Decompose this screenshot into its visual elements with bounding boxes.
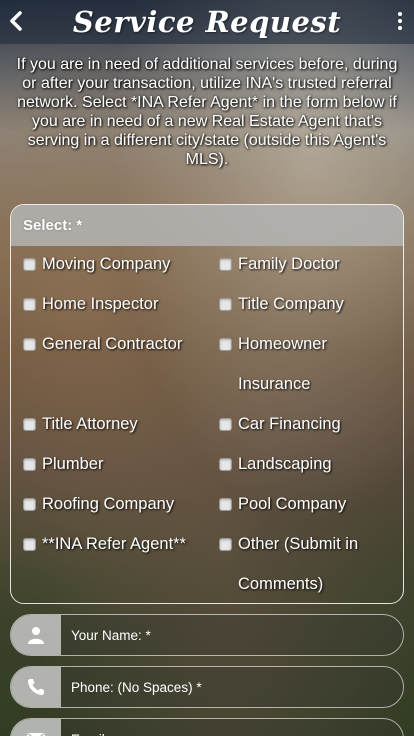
option-moving-company[interactable]: Moving Company bbox=[23, 244, 213, 284]
checkbox[interactable] bbox=[23, 258, 36, 271]
option-label: Homeowner Insurance bbox=[238, 335, 327, 393]
option-other[interactable]: Other (Submit in Comments) bbox=[219, 524, 384, 604]
option-pool-company[interactable]: Pool Company bbox=[219, 484, 394, 524]
checkbox[interactable] bbox=[219, 338, 232, 351]
option-general-contractor[interactable]: General Contractor bbox=[23, 324, 219, 364]
checkbox[interactable] bbox=[219, 418, 232, 431]
option-label: Landscaping bbox=[238, 455, 332, 473]
intro-text: If you are in need of additional service… bbox=[16, 56, 398, 168]
option-label: Other (Submit in Comments) bbox=[238, 535, 359, 593]
envelope-icon bbox=[11, 719, 61, 736]
checkbox[interactable] bbox=[23, 458, 36, 471]
user-icon bbox=[11, 615, 61, 655]
option-label: Title Attorney bbox=[42, 415, 138, 433]
option-label: Home Inspector bbox=[42, 295, 159, 313]
email-field bbox=[10, 718, 404, 736]
option-ina-refer-agent[interactable]: **INA Refer Agent** bbox=[23, 524, 219, 564]
back-button[interactable] bbox=[4, 4, 28, 38]
checkbox[interactable] bbox=[23, 538, 36, 551]
option-roofing-company[interactable]: Roofing Company bbox=[23, 484, 213, 524]
checkbox[interactable] bbox=[219, 298, 232, 311]
chevron-left-icon bbox=[10, 11, 22, 31]
checkbox[interactable] bbox=[23, 338, 36, 351]
email-input[interactable] bbox=[61, 719, 403, 736]
checkbox[interactable] bbox=[23, 498, 36, 511]
checkbox[interactable] bbox=[219, 538, 232, 551]
menu-button[interactable] bbox=[392, 6, 408, 36]
option-label: Car Financing bbox=[238, 415, 341, 433]
option-family-doctor[interactable]: Family Doctor bbox=[219, 244, 394, 284]
option-label: **INA Refer Agent** bbox=[42, 535, 187, 553]
app-header: Service Request bbox=[0, 0, 414, 44]
phone-field bbox=[10, 666, 404, 708]
page-title: Service Request bbox=[72, 5, 342, 39]
option-landscaping[interactable]: Landscaping bbox=[219, 444, 394, 484]
option-label: Moving Company bbox=[42, 255, 171, 273]
option-title-company[interactable]: Title Company bbox=[219, 284, 394, 324]
option-label: Family Doctor bbox=[238, 255, 340, 273]
service-select-group: Select: * Moving Company Home Inspector … bbox=[10, 204, 404, 604]
option-label: General Contractor bbox=[42, 335, 183, 353]
option-plumber[interactable]: Plumber bbox=[23, 444, 213, 484]
vertical-dots-icon bbox=[398, 12, 402, 16]
checkbox[interactable] bbox=[219, 258, 232, 271]
option-label: Roofing Company bbox=[42, 495, 175, 513]
checkbox[interactable] bbox=[219, 498, 232, 511]
checkbox[interactable] bbox=[23, 298, 36, 311]
select-label: Select: * bbox=[11, 205, 403, 246]
option-label: Pool Company bbox=[238, 495, 347, 513]
option-homeowner-insurance[interactable]: Homeowner Insurance bbox=[219, 324, 359, 404]
option-title-attorney[interactable]: Title Attorney bbox=[23, 404, 213, 444]
option-label: Plumber bbox=[42, 455, 104, 473]
name-field bbox=[10, 614, 404, 656]
phone-input[interactable] bbox=[61, 667, 403, 707]
checkbox[interactable] bbox=[23, 418, 36, 431]
checkbox[interactable] bbox=[219, 458, 232, 471]
name-input[interactable] bbox=[61, 615, 403, 655]
option-home-inspector[interactable]: Home Inspector bbox=[23, 284, 213, 324]
option-car-financing[interactable]: Car Financing bbox=[219, 404, 394, 444]
option-label: Title Company bbox=[238, 295, 344, 313]
phone-icon bbox=[11, 667, 61, 707]
